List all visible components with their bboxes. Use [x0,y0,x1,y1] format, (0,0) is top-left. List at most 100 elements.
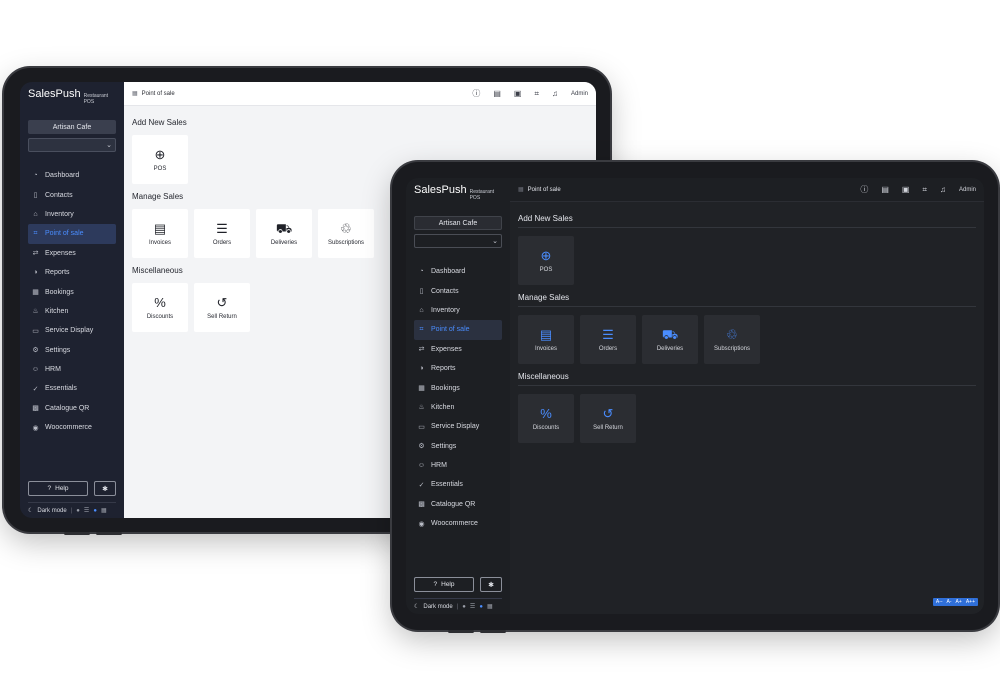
help-button[interactable]: ? Help [28,481,88,496]
sidebar-item-bookings[interactable]: ▦ Bookings [414,378,502,397]
admin-menu[interactable]: Admin [571,91,588,97]
plus-circle-icon: ⊕ [540,247,552,263]
font-size-smaller-button[interactable]: A- [947,599,952,605]
deliveries-card[interactable]: ⛟ Deliveries [256,209,312,258]
calendar-icon[interactable]: ▤ [881,185,889,194]
point-of-sale-icon: ⌗ [419,325,424,333]
sidebar-item-woocommerce[interactable]: ◉ Woocommerce [414,514,502,533]
subscriptions-card[interactable]: ♲ Subscriptions [318,209,374,258]
woocommerce-icon: ◉ [32,424,39,432]
plus-circle-icon: ⊕ [154,146,166,162]
sidebar-item-woocommerce[interactable]: ◉ Woocommerce [28,418,116,437]
sidebar-item-expenses[interactable]: ⇄ Expenses [414,340,502,359]
sidebar-item-hrm[interactable]: ☺ HRM [28,360,116,379]
calendar-icon[interactable]: ▤ [493,89,501,98]
invoice-icon: ▤ [539,326,553,342]
theme-dot-icon[interactable]: ● [462,604,466,610]
sidebar-item-point-of-sale[interactable]: ⌗ Point of sale [414,320,502,340]
bell-icon[interactable]: ♫ [940,185,946,194]
info-icon[interactable]: ⓘ [860,184,868,195]
sell-return-card[interactable]: ↺ Sell Return [194,283,250,332]
pos-card[interactable]: ⊕ POS [132,135,188,184]
theme-dot-active-icon[interactable]: ● [93,508,97,514]
invoices-card[interactable]: ▤ Invoices [518,315,574,364]
font-size-smallest-button[interactable]: A-- [936,599,943,605]
sidebar-item-label: Settings [45,346,71,354]
lightbulb-button[interactable]: ✱ [94,481,116,496]
calculator-icon[interactable]: ▣ [514,89,522,98]
invoice-icon: ▤ [153,220,167,236]
bell-icon[interactable]: ♫ [552,89,558,98]
list-icon: ☰ [216,220,228,236]
font-size-largest-button[interactable]: A++ [966,599,975,605]
deliveries-card[interactable]: ⛟ Deliveries [642,315,698,364]
list-view-icon[interactable]: ☰ [470,603,475,610]
calculator-icon[interactable]: ▣ [902,185,910,194]
reports-icon: ◑ [419,365,424,373]
brand-logo: SalesPush Restaurant POS [414,184,502,204]
sidebar-item-point-of-sale[interactable]: ⌗ Point of sale [28,224,116,244]
expenses-icon: ⇄ [418,346,425,354]
store-name-button[interactable]: Artisan Cafe [28,120,116,134]
sidebar-item-reports[interactable]: ◑ Reports [414,359,502,378]
sidebar-item-service-display[interactable]: ▭ Service Display [28,321,116,340]
sidebar-item-inventory[interactable]: ⌂ Inventory [414,301,502,320]
sidebar-item-expenses[interactable]: ⇄ Expenses [28,244,116,263]
sidebar-item-dashboard[interactable]: ◔ Dashboard [414,262,502,281]
store-name-button[interactable]: Artisan Cafe [414,216,502,230]
grid-view-icon[interactable]: ▦ [101,507,107,514]
chevron-down-icon: ⌄ [492,238,498,245]
sidebar-item-label: Contacts [431,287,459,295]
lightbulb-button[interactable]: ✱ [480,577,502,592]
sidebar-item-reports[interactable]: ◑ Reports [28,263,116,282]
sidebar-nav: ◔ Dashboard ▯ Contacts ⌂ Inventory ⌗ Point of s… [28,166,116,437]
moon-icon: ☾ [28,508,34,514]
sidebar-item-catalogue-qr[interactable]: ▩ Catalogue QR [414,495,502,514]
theme-dot-icon[interactable]: ● [76,508,80,514]
dashboard-icon: ◔ [419,268,424,276]
help-button[interactable]: ? Help [414,577,474,592]
sidebar-item-inventory[interactable]: ⌂ Inventory [28,205,116,224]
sell-return-card[interactable]: ↺ Sell Return [580,394,636,443]
menu-grid-icon[interactable]: ▦ [132,90,138,97]
percent-icon: % [154,294,166,310]
sidebar-item-catalogue-qr[interactable]: ▩ Catalogue QR [28,399,116,418]
sidebar-item-kitchen[interactable]: ♨ Kitchen [414,398,502,417]
info-icon[interactable]: ⓘ [472,88,480,99]
discounts-card[interactable]: % Discounts [518,394,574,443]
pos-terminal-icon[interactable]: ⌗ [922,185,927,195]
orders-card[interactable]: ☰ Orders [194,209,250,258]
store-select[interactable]: ⌄ [28,138,116,152]
pos-card[interactable]: ⊕ POS [518,236,574,285]
sidebar-item-label: Settings [431,442,457,450]
sidebar-item-settings[interactable]: ⚙ Settings [414,437,502,456]
sidebar-item-contacts[interactable]: ▯ Contacts [414,281,502,300]
dark-mode-toggle[interactable]: Dark mode [37,508,66,514]
font-size-larger-button[interactable]: A+ [956,599,962,605]
sidebar-item-dashboard[interactable]: ◔ Dashboard [28,166,116,185]
subscriptions-card[interactable]: ♲ Subscriptions [704,315,760,364]
sidebar-item-essentials[interactable]: ✓ Essentials [414,475,502,494]
orders-card[interactable]: ☰ Orders [580,315,636,364]
invoices-card[interactable]: ▤ Invoices [132,209,188,258]
menu-grid-icon[interactable]: ▦ [518,186,524,193]
sidebar-item-essentials[interactable]: ✓ Essentials [28,379,116,398]
admin-menu[interactable]: Admin [959,187,976,193]
discounts-card[interactable]: % Discounts [132,283,188,332]
grid-view-icon[interactable]: ▦ [487,603,493,610]
sidebar-item-bookings[interactable]: ▦ Bookings [28,282,116,301]
store-select[interactable]: ⌄ [414,234,502,248]
sidebar-item-label: Dashboard [45,172,80,180]
kitchen-icon: ♨ [32,308,39,316]
sidebar-item-settings[interactable]: ⚙ Settings [28,341,116,360]
theme-dot-active-icon[interactable]: ● [479,604,483,610]
dashboard-icon: ◔ [33,172,38,180]
list-view-icon[interactable]: ☰ [84,507,89,514]
pos-terminal-icon[interactable]: ⌗ [534,89,539,99]
sidebar-item-hrm[interactable]: ☺ HRM [414,456,502,475]
sidebar-item-kitchen[interactable]: ♨ Kitchen [28,302,116,321]
sidebar-item-service-display[interactable]: ▭ Service Display [414,417,502,436]
section-add-new-sales: Add New Sales [132,118,187,127]
dark-mode-toggle[interactable]: Dark mode [423,604,452,610]
sidebar-item-contacts[interactable]: ▯ Contacts [28,185,116,204]
